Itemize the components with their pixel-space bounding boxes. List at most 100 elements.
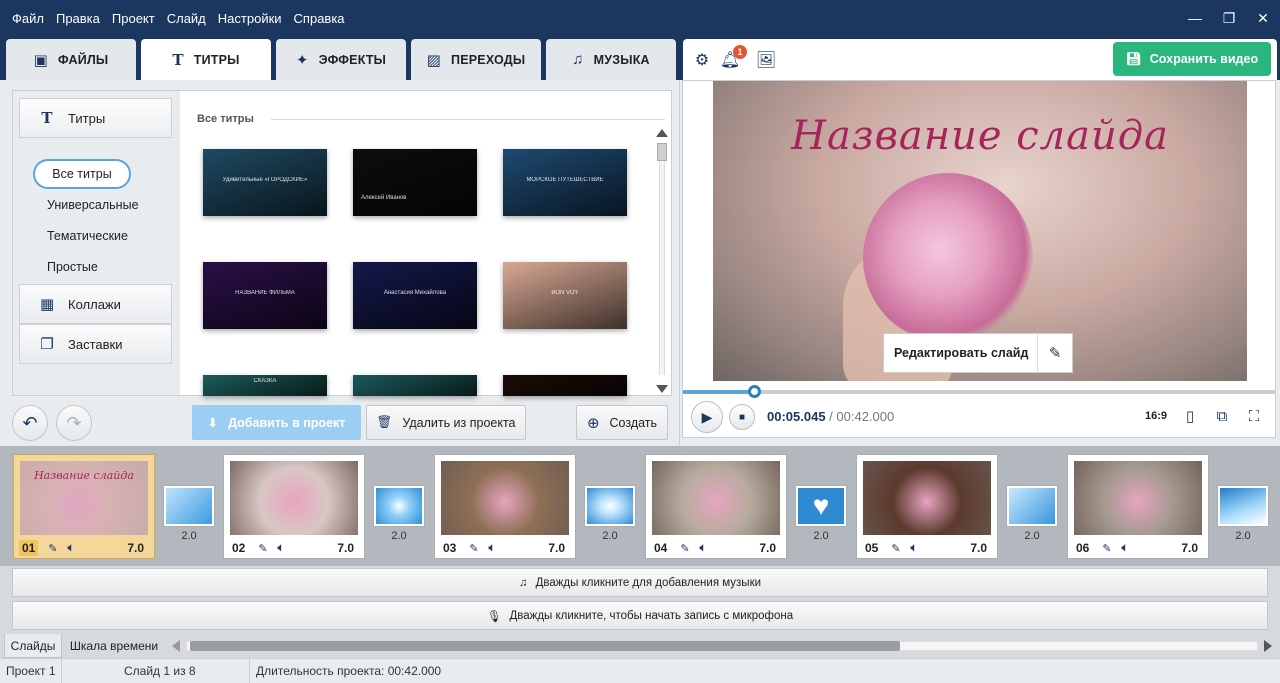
menu-project[interactable]: Проект xyxy=(106,11,161,26)
delete-from-project-button[interactable]: 🗑︎ Удалить из проекта xyxy=(366,405,526,440)
speaker-icon[interactable]: 🔈︎ xyxy=(700,542,707,555)
title-thumbnail[interactable]: Удивительные «ГОРОДСКИЕ» xyxy=(203,149,327,216)
speaker-icon[interactable]: 🔈︎ xyxy=(1122,542,1129,555)
tab-music[interactable]: ♫ МУЗЫКА xyxy=(546,39,676,80)
slide-card[interactable]: 04 ✎ 🔈︎ 7.0 xyxy=(645,454,787,559)
bell-icon[interactable]: 🔔︎ 1 xyxy=(719,45,747,71)
slide-card[interactable]: 02 ✎ 🔈︎ 7.0 xyxy=(223,454,365,559)
slide-duration[interactable]: 7.0 xyxy=(548,541,565,555)
menu-help[interactable]: Справка xyxy=(288,11,351,26)
scroll-thumb[interactable] xyxy=(190,641,900,651)
slide-duration[interactable]: 7.0 xyxy=(970,541,987,555)
transition-duration[interactable]: 2.0 xyxy=(373,530,425,542)
transition-duration[interactable]: 2.0 xyxy=(1006,530,1058,542)
tab-titles[interactable]: T ТИТРЫ xyxy=(141,39,271,80)
progress-knob[interactable] xyxy=(748,385,762,398)
play-button[interactable]: ▶ xyxy=(691,401,723,433)
scroll-track[interactable] xyxy=(659,143,665,375)
slide-duration[interactable]: 7.0 xyxy=(759,541,776,555)
music-track[interactable]: ♫ Дважды кликните для добавления музыки xyxy=(12,568,1268,597)
slide-card[interactable]: 06 ✎ 🔈︎ 7.0 xyxy=(1067,454,1209,559)
scroll-down-arrow[interactable] xyxy=(656,385,668,393)
title-thumbnail[interactable]: СКАЗКА xyxy=(203,375,327,396)
title-thumbnail[interactable] xyxy=(503,375,627,396)
transition-duration[interactable]: 2.0 xyxy=(584,530,636,542)
pencil-icon[interactable]: ✎ xyxy=(680,542,689,555)
speaker-icon[interactable]: 🔈︎ xyxy=(911,542,918,555)
menu-edit[interactable]: Правка xyxy=(50,11,106,26)
save-video-button[interactable]: 💾︎ Сохранить видео xyxy=(1113,42,1271,76)
scroll-right-arrow[interactable] xyxy=(1264,640,1272,652)
scroll-up-arrow[interactable] xyxy=(656,129,668,137)
transition-card[interactable] xyxy=(1217,485,1269,527)
tab-slides-view[interactable]: Слайды xyxy=(4,634,62,658)
slide-duration[interactable]: 7.0 xyxy=(127,541,144,555)
strip-scrollbar[interactable] xyxy=(170,638,1274,654)
redo-button[interactable]: ↷ xyxy=(56,405,92,441)
slide-card[interactable]: Название слайда 01 ✎ 🔈︎ 7.0 xyxy=(13,454,155,559)
pencil-icon[interactable]: ✎ xyxy=(469,542,478,555)
speaker-icon[interactable]: 🔈︎ xyxy=(68,542,75,555)
maximize-button[interactable]: ❐ xyxy=(1212,0,1246,36)
snapshot-icon[interactable]: ⧉ xyxy=(1211,405,1233,427)
microphone-track[interactable]: 🎙︎ Дважды кликните, чтобы начать запись … xyxy=(12,601,1268,630)
aspect-ratio-toggle[interactable]: 16:9 xyxy=(1145,410,1167,422)
title-thumbnail[interactable]: Анастасия Михайлова xyxy=(353,262,477,329)
subcategory-simple[interactable]: Простые xyxy=(47,260,98,274)
transition-duration[interactable]: 2.0 xyxy=(163,530,215,542)
tab-files[interactable]: ▣ ФАЙЛЫ xyxy=(6,39,136,80)
transition-card[interactable] xyxy=(1006,485,1058,527)
subcategory-thematic[interactable]: Тематические xyxy=(47,229,128,243)
transition-card[interactable] xyxy=(163,485,215,527)
title-thumbnail[interactable]: Алексей Иванов xyxy=(353,149,477,216)
title-bar: Файл Правка Проект Слайд Настройки Справ… xyxy=(0,0,1280,36)
transition-card[interactable]: ♥ xyxy=(795,485,847,527)
scroll-thumb[interactable] xyxy=(657,143,667,161)
category-intros[interactable]: ❐ Заставки xyxy=(19,324,172,364)
gallery-scrollbar[interactable] xyxy=(656,129,668,393)
slide-card[interactable]: 03 ✎ 🔈︎ 7.0 xyxy=(434,454,576,559)
slide-card[interactable]: 05 ✎ 🔈︎ 7.0 xyxy=(856,454,998,559)
transition-duration[interactable]: 2.0 xyxy=(1217,530,1269,542)
tab-transitions[interactable]: ▨ ПЕРЕХОДЫ xyxy=(411,39,541,80)
title-thumbnail[interactable]: НАЗВАНИЕ ФИЛЬМА xyxy=(203,262,327,329)
slide-duration[interactable]: 7.0 xyxy=(337,541,354,555)
pencil-icon[interactable]: ✎ xyxy=(48,542,57,555)
minimize-button[interactable]: — xyxy=(1178,0,1212,36)
pencil-icon[interactable]: ✎ xyxy=(891,542,900,555)
category-collages[interactable]: ▦ Коллажи xyxy=(19,284,172,324)
microphone-icon: 🎙︎ xyxy=(486,610,502,623)
subcategory-all-titles[interactable]: Все титры xyxy=(33,159,131,189)
transition-card[interactable] xyxy=(584,485,636,527)
speaker-icon[interactable]: 🔈︎ xyxy=(489,542,496,555)
pencil-icon[interactable]: ✎ xyxy=(1102,542,1111,555)
slide-duration[interactable]: 7.0 xyxy=(1181,541,1198,555)
tab-timeline-view[interactable]: Шкала времени xyxy=(64,634,164,658)
fullscreen-icon[interactable]: ⛶ xyxy=(1243,405,1265,427)
photos-icon[interactable]: 🖼︎ xyxy=(755,49,777,71)
menu-file[interactable]: Файл xyxy=(6,11,50,26)
transition-duration[interactable]: 2.0 xyxy=(795,530,847,542)
pencil-icon[interactable]: ✎ xyxy=(258,542,267,555)
stop-button[interactable]: ■ xyxy=(729,404,755,430)
add-to-project-button[interactable]: ⬇ Добавить в проект xyxy=(192,405,361,440)
menu-slide[interactable]: Слайд xyxy=(161,11,212,26)
create-button[interactable]: ⊕ Создать xyxy=(576,405,668,440)
edit-slide-button[interactable]: Редактировать слайд ✎ xyxy=(883,333,1073,373)
gear-icon[interactable]: ⚙ xyxy=(691,49,713,71)
scroll-left-arrow[interactable] xyxy=(172,640,180,652)
title-thumbnail[interactable]: МОРСКОЕ ПУТЕШЕСТВИЕ xyxy=(503,149,627,216)
playback-progress[interactable] xyxy=(683,385,1275,398)
tab-effects[interactable]: ✦ ЭФФЕКТЫ xyxy=(276,39,406,80)
undo-button[interactable]: ↶ xyxy=(12,405,48,441)
preview-image[interactable]: Название слайда Редактировать слайд ✎ xyxy=(713,81,1247,381)
category-titles[interactable]: T Титры xyxy=(19,98,172,138)
transition-card[interactable] xyxy=(373,485,425,527)
close-button[interactable]: ✕ xyxy=(1246,0,1280,36)
title-thumbnail[interactable]: BON VOY xyxy=(503,262,627,329)
title-thumbnail[interactable] xyxy=(353,375,477,396)
subcategory-universal[interactable]: Универсальные xyxy=(47,198,139,212)
menu-settings[interactable]: Настройки xyxy=(212,11,288,26)
frame-icon[interactable]: ▯ xyxy=(1179,405,1201,427)
speaker-icon[interactable]: 🔈︎ xyxy=(278,542,285,555)
